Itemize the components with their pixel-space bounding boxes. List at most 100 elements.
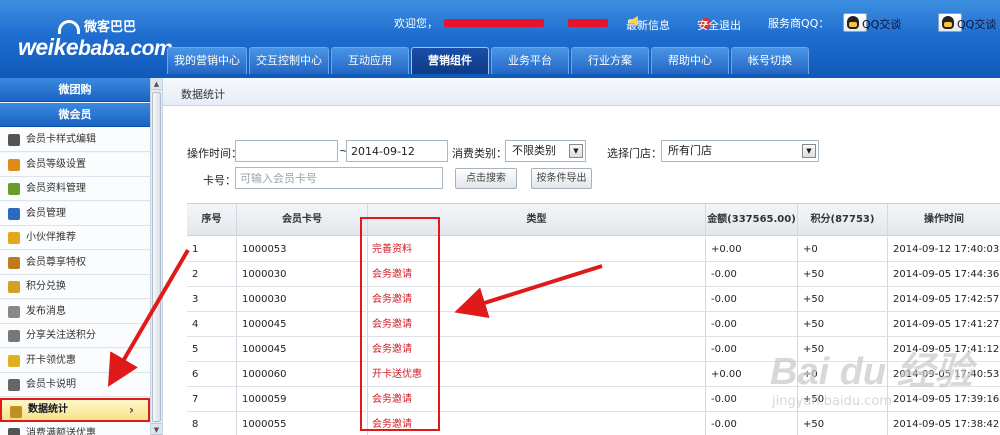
sidebar-item-label: 开卡领优惠 xyxy=(26,354,76,366)
page-title: 数据统计 xyxy=(181,88,225,101)
cell-card-no: 1000045 xyxy=(236,312,367,336)
cell-index: 8 xyxy=(192,419,199,430)
search-button[interactable]: 点击搜索 xyxy=(455,168,517,189)
latest-news-link[interactable]: 最新信息 xyxy=(626,15,670,32)
qq-chat-button-1[interactable]: QQ交谈 xyxy=(843,13,901,32)
sidebar-item-label: 会员管理 xyxy=(26,207,66,219)
records-table: 序号 会员卡号 类型 金额(337565.00) 积分(87753) 操作时间 … xyxy=(187,203,1000,435)
consume-type-label: 消费类别： xyxy=(452,147,507,160)
top-bar: 欢迎您， 最新信息 安全退出 ✕ 服务商QQ： QQ交谈 QQ交谈 xyxy=(380,13,1000,32)
logo-wordmark: weikebaba.com xyxy=(18,34,173,61)
sidebar-item-label: 数据统计 xyxy=(28,403,68,415)
sidebar-scrollbar[interactable]: ▲ ▼ xyxy=(150,78,162,435)
sidebar-item-label: 会员尊享特权 xyxy=(26,256,86,268)
card-number-input[interactable] xyxy=(235,167,443,189)
col-header-points: 积分(87753) xyxy=(797,204,887,235)
sidebar-item[interactable]: 数据统计 › xyxy=(0,397,150,422)
logout-label: 安全退出 xyxy=(697,19,741,32)
table-row: 2 1000030 会务邀请 -0.00 +50 2014-09-05 17:44:36 xyxy=(187,262,1000,287)
sidebar-item-label: 发布消息 xyxy=(26,305,66,317)
export-button[interactable]: 按条件导出 xyxy=(531,168,592,189)
nav-tab-account-switch[interactable]: 帐号切换 xyxy=(731,47,809,74)
logo-wordmark-a: weike xyxy=(18,34,79,60)
list-icon xyxy=(8,183,20,195)
cell-amount: -0.00 xyxy=(705,312,797,336)
op-time-to-input[interactable] xyxy=(346,140,448,162)
nav-tab-interaction-control[interactable]: 交互控制中心 xyxy=(249,47,329,74)
cell-op-time: 2014-09-12 17:40:03 xyxy=(887,237,1000,261)
scroll-thumb[interactable] xyxy=(152,92,161,422)
sidebar-item[interactable]: 会员卡样式编辑 xyxy=(0,128,150,152)
logout-link[interactable]: 安全退出 ✕ xyxy=(697,15,741,32)
nav-tab-marketing-components[interactable]: 营销组件 xyxy=(411,47,489,74)
redacted-username xyxy=(444,19,544,27)
op-time-from-input[interactable] xyxy=(235,140,338,162)
qq-penguin-icon xyxy=(847,16,859,29)
scroll-up-icon[interactable]: ▲ xyxy=(151,78,162,90)
cell-index: 5 xyxy=(192,344,199,355)
sidebar-item[interactable]: 会员管理 xyxy=(0,201,150,226)
share-icon xyxy=(8,330,20,342)
cell-op-time: 2014-09-05 17:41:27 xyxy=(887,312,1000,336)
sidebar-item[interactable]: 分享关注送积分 xyxy=(0,324,150,348)
sidebar-item-label: 分享关注送积分 xyxy=(26,330,96,341)
cell-amount: +0.00 xyxy=(705,237,797,261)
sidebar-item-label: 会员等级设置 xyxy=(26,158,86,170)
sidebar-item[interactable]: 积分兑换 xyxy=(0,275,150,299)
chevron-down-icon: ▼ xyxy=(802,144,816,158)
table-row: 1 1000053 完善资料 +0.00 +0 2014-09-12 17:40:03 xyxy=(187,237,1000,262)
nav-tab-industry-solutions[interactable]: 行业方案 xyxy=(571,47,649,74)
sidebar-item[interactable]: 小伙伴推荐 xyxy=(0,226,150,250)
logo-wordmark-b: baba.com xyxy=(78,37,173,60)
sidebar-item[interactable]: 发布消息 xyxy=(0,299,150,324)
sidebar-item[interactable]: 会员尊享特权 xyxy=(0,250,150,275)
nav-tab-marketing-center[interactable]: 我的营销中心 xyxy=(167,47,247,74)
sidebar-group-membership[interactable]: 微会员 xyxy=(0,103,150,127)
consume-type-value: 不限类别 xyxy=(512,144,556,157)
table-row: 3 1000030 会务邀请 -0.00 +50 2014-09-05 17:42:57 xyxy=(187,287,1000,312)
sidebar-item-label: 会员卡样式编辑 xyxy=(26,134,96,145)
sidebar-item[interactable]: 开卡领优惠 xyxy=(0,348,150,373)
sidebar-item[interactable]: 会员资料管理 xyxy=(0,177,150,201)
sidebar-item[interactable]: 会员等级设置 xyxy=(0,152,150,177)
cell-points: +50 xyxy=(797,287,887,311)
doc-icon xyxy=(8,379,20,391)
cell-op-time: 2014-09-05 17:44:36 xyxy=(887,262,1000,286)
logo[interactable]: 微客巴巴 weikebaba.com xyxy=(18,14,173,60)
cell-index: 2 xyxy=(192,269,199,280)
qq-chat-label-1: QQ交谈 xyxy=(862,18,902,31)
sidebar-item-label: 小伙伴推荐 xyxy=(26,232,76,243)
cell-amount: -0.00 xyxy=(705,262,797,286)
cell-index: 6 xyxy=(192,369,199,380)
sidebar-item-label: 会员卡说明 xyxy=(26,379,76,390)
sidebar-group-group-buy[interactable]: 微团购 xyxy=(0,78,150,102)
grid-icon xyxy=(8,428,20,435)
sidebar-item[interactable]: 会员卡说明 xyxy=(0,373,150,397)
op-time-label: 操作时间： xyxy=(187,147,242,160)
cell-points: +50 xyxy=(797,312,887,336)
welcome-text: 欢迎您， xyxy=(394,17,438,30)
col-header-op-time: 操作时间 xyxy=(887,204,1000,235)
sidebar-item[interactable]: 消费满额送优惠 xyxy=(0,422,150,435)
cell-op-time: 2014-09-05 17:42:57 xyxy=(887,287,1000,311)
redacted-mark xyxy=(568,19,608,27)
consume-type-select[interactable]: 不限类别 ▼ xyxy=(505,140,586,162)
scroll-down-icon[interactable]: ▼ xyxy=(151,423,162,435)
nav-tab-help-center[interactable]: 帮助中心 xyxy=(651,47,729,74)
qq-penguin-icon xyxy=(942,16,954,29)
cell-card-no: 1000053 xyxy=(236,237,367,261)
qq-chat-button-2[interactable]: QQ交谈 xyxy=(938,13,996,32)
table-row: 4 1000045 会务邀请 -0.00 +50 2014-09-05 17:41:27 xyxy=(187,312,1000,337)
nav-tab-interactive-apps[interactable]: 互动应用 xyxy=(331,47,409,74)
col-header-amount: 金额(337565.00) xyxy=(705,204,797,235)
watermark-logo: Bai du 经验 xyxy=(770,351,973,393)
cell-index: 4 xyxy=(192,319,199,330)
cell-amount: -0.00 xyxy=(705,287,797,311)
app-header: 微客巴巴 weikebaba.com 欢迎您， 最新信息 安全退出 ✕ 服务商QQ… xyxy=(0,0,1000,78)
baidu-watermark: Bai du 经验 jingyan.baidu.com xyxy=(770,340,990,430)
logo-arc-icon xyxy=(58,20,80,34)
nav-tab-business-platform[interactable]: 业务平台 xyxy=(491,47,569,74)
cell-index: 3 xyxy=(192,294,199,305)
crown-user-icon xyxy=(8,256,20,269)
store-select[interactable]: 所有门店 ▼ xyxy=(661,140,819,162)
